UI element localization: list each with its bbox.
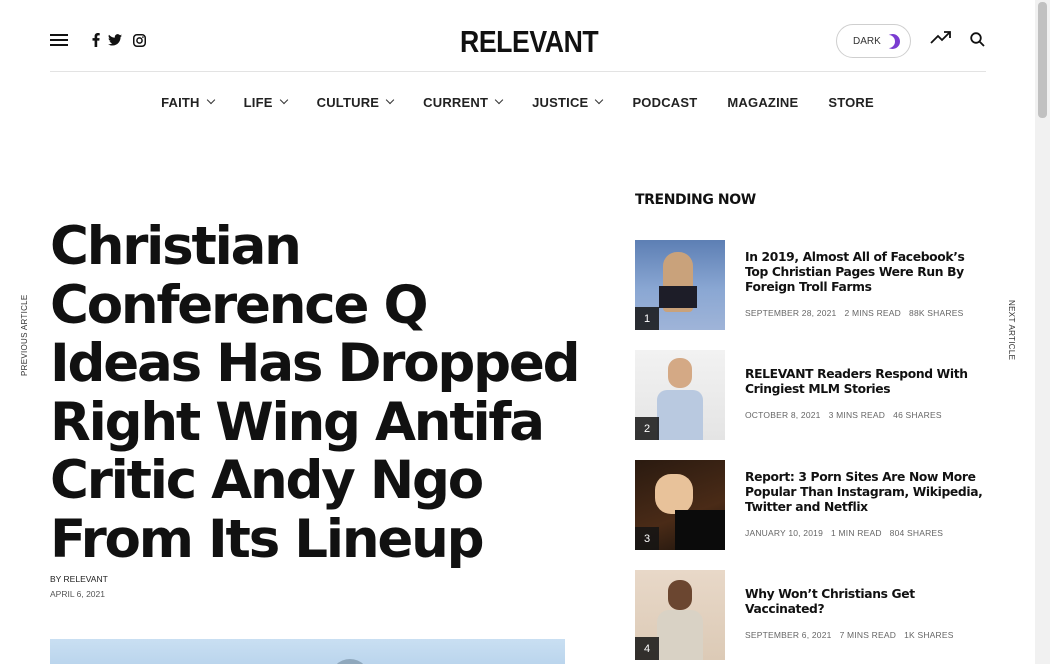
trending-headline[interactable]: In 2019, Almost All of Facebook’s Top Ch… (745, 250, 990, 295)
trending-icon[interactable] (930, 31, 952, 49)
chevron-down-icon (494, 95, 504, 105)
trending-thumbnail[interactable]: 4 (635, 570, 725, 660)
trending-meta: OCTOBER 8, 2021 3 MINS READ 46 SHARES (745, 410, 950, 420)
trending-headline[interactable]: Why Won’t Christians Get Vaccinated? (745, 587, 990, 617)
trending-date: OCTOBER 8, 2021 (745, 410, 821, 420)
nav-label: MAGAZINE (727, 94, 799, 110)
nav-item-life[interactable]: LIFE (243, 92, 288, 112)
rank-badge: 2 (635, 417, 659, 440)
trending-date: SEPTEMBER 6, 2021 (745, 630, 832, 640)
rank-badge: 1 (635, 307, 659, 330)
trending-read-time: 3 MINS READ (828, 410, 886, 420)
article-hero-image (50, 639, 565, 664)
trending-read-time: 2 MINS READ (844, 308, 902, 318)
rank-badge: 4 (635, 637, 659, 660)
dark-mode-label: DARK (853, 35, 881, 47)
instagram-icon[interactable] (131, 32, 147, 48)
chevron-down-icon (595, 95, 604, 105)
rank-badge: 3 (635, 527, 659, 550)
trending-thumbnail[interactable]: 1 (635, 240, 725, 330)
dark-mode-toggle[interactable]: DARK (836, 24, 911, 58)
facebook-icon[interactable] (88, 32, 104, 48)
nav-label: CURRENT (423, 94, 489, 110)
trending-headline[interactable]: RELEVANT Readers Respond With Cringiest … (745, 367, 990, 397)
trending-thumbnail[interactable]: 3 (635, 460, 725, 550)
chevron-down-icon (279, 95, 288, 105)
main-navigation: FAITH LIFE CULTURE CURRENT JUSTICE PODCA… (0, 92, 1035, 112)
trending-shares: 1K SHARES (904, 630, 954, 640)
nav-item-store[interactable]: STORE (828, 92, 874, 112)
nav-item-magazine[interactable]: MAGAZINE (727, 92, 798, 112)
trending-thumbnail[interactable]: 2 (635, 350, 725, 440)
nav-item-current[interactable]: CURRENT (423, 92, 504, 112)
site-header: RELEVANT DARK (50, 0, 986, 72)
nav-item-culture[interactable]: CULTURE (316, 92, 395, 112)
trending-meta: JANUARY 10, 2019 1 MIN READ 804 SHARES (745, 528, 951, 538)
previous-article-link[interactable]: PREVIOUS ARTICLE (20, 294, 29, 376)
nav-label: STORE (828, 94, 874, 110)
nav-label: LIFE (243, 94, 273, 110)
trending-read-time: 7 MINS READ (839, 630, 897, 640)
nav-label: FAITH (161, 94, 200, 110)
moon-icon (882, 34, 900, 49)
trending-shares: 804 SHARES (889, 528, 944, 538)
trending-headline[interactable]: Report: 3 Porn Sites Are Now More Popula… (745, 470, 990, 515)
trending-shares: 46 SHARES (893, 410, 942, 420)
trending-meta: SEPTEMBER 28, 2021 2 MINS READ 88K SHARES (745, 308, 971, 318)
article-title: Christian Conference Q Ideas Has Dropped… (50, 216, 581, 570)
scrollbar-thumb[interactable] (1038, 2, 1047, 118)
nav-item-faith[interactable]: FAITH (161, 92, 215, 112)
trending-heading: TRENDING NOW (635, 192, 756, 208)
trending-date: SEPTEMBER 28, 2021 (745, 308, 837, 318)
chevron-down-icon (385, 95, 395, 105)
search-icon[interactable] (970, 32, 986, 48)
nav-label: PODCAST (632, 94, 698, 110)
chevron-down-icon (206, 95, 215, 105)
nav-label: JUSTICE (532, 94, 589, 110)
trending-date: JANUARY 10, 2019 (745, 528, 824, 538)
trending-shares: 88K SHARES (909, 308, 964, 318)
next-article-link[interactable]: NEXT ARTICLE (1007, 300, 1016, 360)
trending-read-time: 1 MIN READ (831, 528, 882, 538)
article-date: APRIL 6, 2021 (50, 589, 105, 599)
site-logo[interactable]: RELEVANT (460, 24, 599, 60)
page-scrollbar[interactable] (1035, 0, 1050, 664)
nav-item-justice[interactable]: JUSTICE (532, 92, 604, 112)
nav-item-podcast[interactable]: PODCAST (632, 92, 697, 112)
nav-label: CULTURE (316, 94, 380, 110)
trending-meta: SEPTEMBER 6, 2021 7 MINS READ 1K SHARES (745, 630, 962, 640)
article-byline[interactable]: BY RELEVANT (50, 574, 108, 584)
twitter-icon[interactable] (107, 32, 123, 48)
menu-icon[interactable] (50, 34, 68, 46)
